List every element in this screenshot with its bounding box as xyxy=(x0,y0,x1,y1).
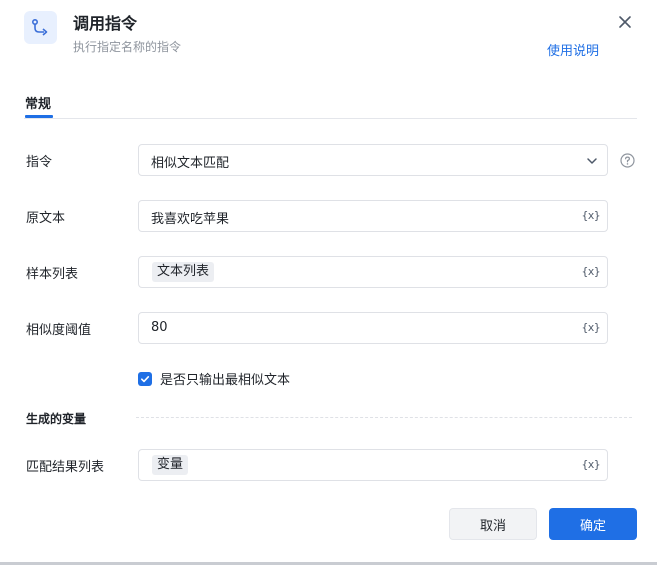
sample-list-label: 样本列表 xyxy=(26,267,79,282)
cancel-button[interactable]: 取消 xyxy=(449,508,537,540)
insert-variable-button[interactable]: {x} xyxy=(582,209,601,222)
check-icon xyxy=(141,375,150,382)
match-list-input[interactable]: 变量 {x} xyxy=(138,449,608,481)
confirm-button[interactable]: 确定 xyxy=(549,508,637,540)
output-section-title: 生成的变量 xyxy=(26,412,87,426)
command-select[interactable]: 相似文本匹配 xyxy=(138,144,608,176)
branch-flow-icon xyxy=(24,11,57,44)
tab-general[interactable]: 常规 xyxy=(25,93,51,112)
source-text-label: 原文本 xyxy=(26,211,66,226)
insert-variable-button[interactable]: {x} xyxy=(582,458,601,471)
command-label: 指令 xyxy=(26,155,53,170)
source-text-value: 我喜欢吃苹果 xyxy=(151,212,230,227)
close-icon[interactable] xyxy=(616,13,634,31)
only-best-checkbox-label: 是否只输出最相似文本 xyxy=(160,373,291,388)
dialog-title: 调用指令 xyxy=(73,14,138,33)
command-select-value: 相似文本匹配 xyxy=(151,156,230,171)
source-text-input[interactable]: 我喜欢吃苹果 {x} xyxy=(138,200,608,232)
insert-variable-button[interactable]: {x} xyxy=(582,265,601,278)
section-divider xyxy=(136,417,632,418)
sample-list-input[interactable]: 文本列表 {x} xyxy=(138,256,608,288)
threshold-label: 相似度阈值 xyxy=(26,323,92,338)
tab-bar: 常规 xyxy=(24,86,637,119)
tab-active-indicator xyxy=(25,115,53,118)
chevron-down-icon xyxy=(587,158,597,164)
match-list-label: 匹配结果列表 xyxy=(26,460,105,475)
invoke-command-dialog: 调用指令 执行指定名称的指令 使用说明 常规 指令 相似文本匹配 原文本 我喜欢… xyxy=(0,0,657,565)
variable-tag[interactable]: 变量 xyxy=(152,455,189,475)
only-best-checkbox[interactable] xyxy=(138,371,152,386)
only-best-checkbox-row[interactable]: 是否只输出最相似文本 xyxy=(138,369,290,388)
threshold-input[interactable]: 80 {x} xyxy=(138,312,608,344)
help-link[interactable]: 使用说明 xyxy=(547,40,599,59)
threshold-value: 80 xyxy=(151,320,168,335)
dialog-subtitle: 执行指定名称的指令 xyxy=(73,40,182,54)
question-circle-icon[interactable] xyxy=(620,153,635,168)
insert-variable-button[interactable]: {x} xyxy=(582,321,601,334)
variable-tag[interactable]: 文本列表 xyxy=(152,262,215,282)
